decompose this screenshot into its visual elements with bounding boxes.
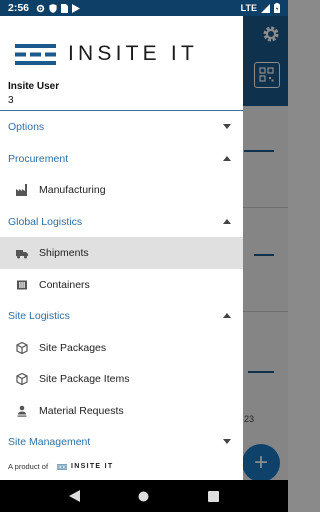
factory-icon — [16, 184, 27, 196]
logo-text: INSITE IT — [68, 42, 198, 65]
home-icon[interactable] — [138, 491, 149, 502]
nav-item-label: Site Packages — [39, 342, 107, 354]
nav-item-label: Shipments — [39, 247, 89, 259]
caret-up-icon — [223, 313, 231, 318]
navigation-drawer: INSITE IT Insite User 3 Options Procurem… — [0, 16, 243, 480]
footer-brand: INSITE IT — [71, 463, 114, 470]
user-id: 3 — [8, 95, 14, 106]
signal-icon — [261, 3, 270, 13]
package-icon — [16, 373, 28, 385]
nav-item-manufacturing[interactable]: Manufacturing — [0, 174, 243, 206]
gear-icon — [36, 4, 45, 12]
recents-icon[interactable] — [207, 490, 219, 502]
caret-down-icon — [223, 124, 231, 129]
system-nav-bar — [0, 480, 288, 512]
insite-logo-mark-icon — [57, 463, 68, 470]
nav-item-site-package-items[interactable]: Site Package Items — [0, 363, 243, 395]
nav-item-site-packages[interactable]: Site Packages — [0, 332, 243, 364]
status-bar: 2:56 LTE — [0, 0, 288, 16]
nav-item-label: Manufacturing — [39, 184, 106, 196]
back-icon[interactable] — [69, 490, 81, 502]
nav-item-material-requests[interactable]: Material Requests — [0, 395, 243, 427]
container-icon — [17, 280, 27, 290]
sim-icon — [61, 3, 69, 13]
section-global-logistics[interactable]: Global Logistics — [0, 206, 243, 238]
caret-down-icon — [223, 439, 231, 444]
section-label: Site Logistics — [8, 310, 70, 322]
section-label: Site Management — [8, 436, 91, 448]
section-site-logistics[interactable]: Site Logistics — [0, 300, 243, 332]
shield-icon — [49, 3, 57, 13]
truck-icon — [16, 250, 28, 259]
section-options[interactable]: Options — [0, 111, 243, 143]
footer-logo: INSITE IT — [57, 463, 113, 470]
section-site-management[interactable]: Site Management — [0, 426, 243, 458]
insite-logo-mark-icon — [15, 43, 56, 65]
package-icon — [16, 342, 28, 354]
nav-item-label: Material Requests — [39, 405, 124, 417]
user-name: Insite User — [8, 81, 60, 92]
nav-item-label: Site Package Items — [39, 373, 130, 385]
person-request-icon — [17, 405, 27, 417]
nav-item-containers[interactable]: Containers — [0, 269, 243, 301]
insite-logo: INSITE IT — [15, 42, 198, 66]
section-label: Global Logistics — [8, 216, 83, 228]
section-label: Options — [8, 121, 45, 133]
section-procurement[interactable]: Procurement — [0, 143, 243, 175]
nav-item-label: Containers — [39, 279, 90, 291]
nav-item-shipments[interactable]: Shipments — [0, 237, 243, 269]
section-label: Procurement — [8, 153, 69, 165]
cast-icon — [72, 3, 81, 13]
network-type: LTE — [240, 3, 257, 13]
caret-up-icon — [223, 219, 231, 224]
footer-prefix: A product of — [8, 462, 49, 471]
caret-up-icon — [223, 156, 231, 161]
drawer-footer: A product of INSITE IT — [8, 462, 113, 471]
status-time: 2:56 — [8, 2, 30, 14]
battery-icon — [274, 3, 280, 13]
